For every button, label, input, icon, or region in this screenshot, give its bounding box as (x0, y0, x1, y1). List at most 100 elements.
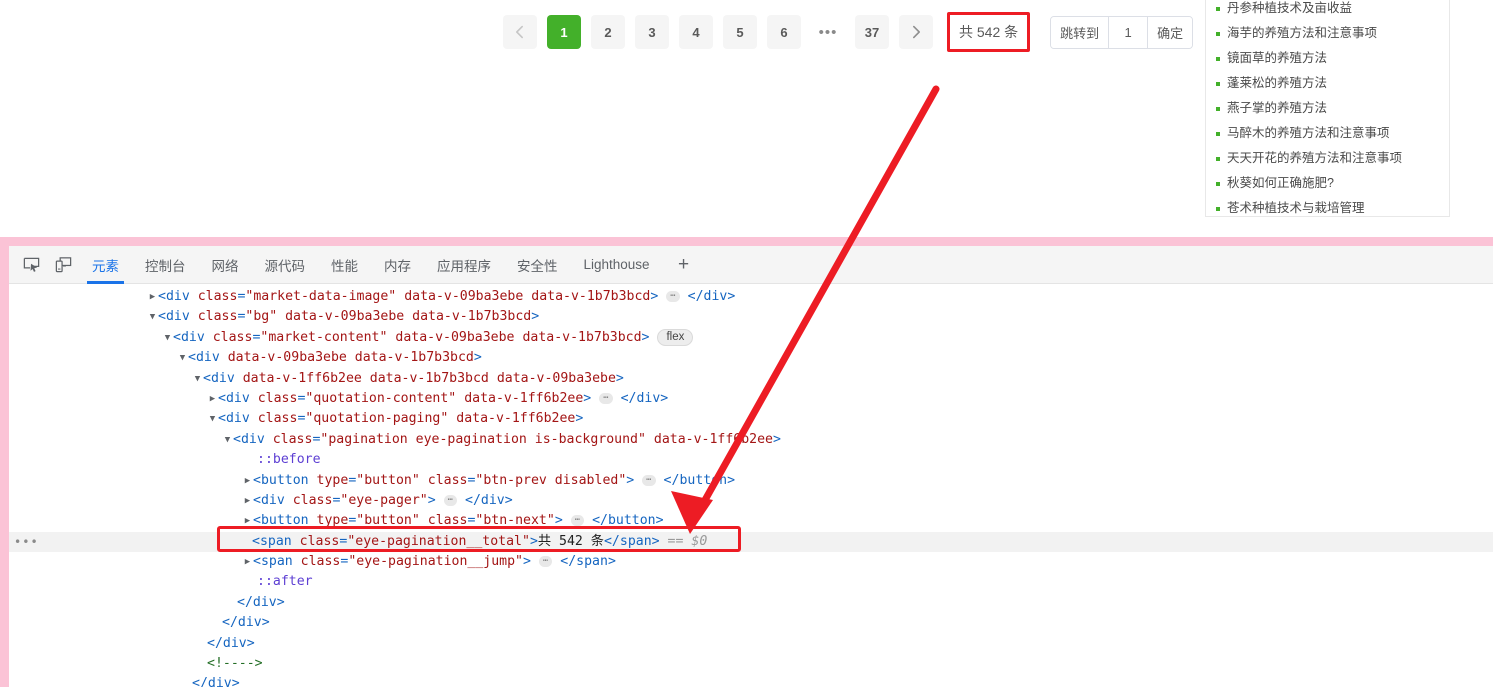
pagination-total-wrapper: 共 542 条 (947, 12, 1031, 52)
attr-name: class (427, 472, 468, 488)
collapsed-children-icon[interactable]: ⋯ (443, 494, 458, 506)
tab-elements[interactable]: 元素 (79, 246, 132, 284)
collapse-triangle-icon[interactable]: ▼ (192, 369, 203, 389)
attr-value: "market-data-image" (245, 289, 397, 304)
attr-name: class (299, 533, 340, 549)
expand-triangle-icon[interactable]: ▶ (242, 491, 253, 511)
inspect-element-button[interactable] (15, 250, 47, 280)
list-item[interactable]: 海芋的养殖方法和注意事项 (1216, 21, 1439, 46)
collapsed-children-icon[interactable]: ⋯ (666, 291, 680, 302)
list-item[interactable]: 镜面草的养殖方法 (1216, 46, 1439, 71)
dom-node-row[interactable]: ▼ <div data-v-09ba3ebe data-v-1b7b3bcd> (9, 348, 1493, 368)
device-toolbar-button[interactable] (47, 250, 79, 280)
tab-console[interactable]: 控制台 (132, 246, 199, 284)
tab-network[interactable]: 网络 (199, 246, 252, 284)
collapsed-children-icon[interactable]: ⋯ (642, 474, 656, 486)
dom-node-row[interactable]: ▼ <div class="quotation-paging" data-v-1f… (9, 409, 1493, 429)
page-button-2[interactable]: 2 (591, 15, 625, 49)
tag-name: div (165, 289, 190, 304)
dom-node-row[interactable]: ▶ <button type="button" class="btn-next">… (9, 511, 1493, 531)
attr-name: data-v-1ff6b2ee (456, 411, 576, 427)
dom-node-row[interactable]: ▶ <span class="eye-pagination__jump"> ⋯ <… (9, 552, 1493, 572)
attr-name: class (300, 554, 341, 570)
dom-node-row[interactable]: ▶ <div class="quotation-content" data-v-1… (9, 389, 1493, 409)
dom-node-row[interactable]: ▶ <button type="button" class="btn-prev d… (9, 471, 1493, 491)
page-button-1[interactable]: 1 (547, 15, 581, 49)
dom-node-row[interactable]: ▼ <div class="pagination eye-pagination i… (9, 430, 1493, 450)
dom-node-row[interactable]: ▼ <div class="bg" data-v-09ba3ebe data-v-… (9, 307, 1493, 327)
list-item[interactable]: 天天开花的养殖方法和注意事项 (1216, 146, 1439, 171)
chevron-left-icon (516, 25, 523, 39)
expand-triangle-icon[interactable]: ▶ (207, 389, 218, 409)
collapsed-children-icon[interactable]: ⋯ (599, 392, 613, 404)
collapse-triangle-icon[interactable]: ▼ (147, 307, 158, 327)
dom-close-tag-row[interactable]: </div> (9, 613, 1493, 633)
inspect-element-icon (23, 257, 39, 272)
attr-name: class (197, 289, 238, 304)
expand-triangle-icon[interactable]: ▶ (242, 471, 253, 491)
tag-name: div (165, 309, 190, 325)
tag-name: div (225, 390, 250, 406)
add-panel-button[interactable]: + (669, 250, 699, 280)
attr-name: class (272, 431, 313, 447)
dom-node-row[interactable]: ▶ <div class="market-data-image" data-v-0… (9, 287, 1493, 307)
dollar-zero-marker: $0 (691, 533, 708, 549)
dom-close-tag-row[interactable]: </div> (9, 674, 1493, 687)
attr-value: "bg" (245, 309, 278, 325)
tab-security[interactable]: 安全性 (504, 246, 571, 284)
expand-triangle-icon[interactable]: ▶ (242, 552, 253, 572)
tab-memory[interactable]: 内存 (371, 246, 424, 284)
expand-triangle-icon[interactable]: ▶ (242, 511, 253, 531)
tab-lighthouse[interactable]: Lighthouse (571, 246, 663, 284)
collapsed-children-icon[interactable]: ⋯ (570, 515, 585, 527)
dom-node-row[interactable]: ▶ <div class="eye-pager"> ⋯ </div> (9, 491, 1493, 511)
dom-pseudo-row[interactable]: ::after (9, 572, 1493, 592)
page-button-3[interactable]: 3 (635, 15, 669, 49)
list-item[interactable]: 秋葵如何正确施肥? (1216, 171, 1439, 196)
dom-node-row-selected[interactable]: ••• <span class="eye-pagination__total">共… (9, 531, 1493, 553)
collapse-triangle-icon[interactable]: ▼ (222, 430, 233, 450)
pagination-next-button[interactable] (899, 15, 933, 49)
pagination-ellipsis[interactable]: ••• (811, 15, 845, 49)
tab-performance[interactable]: 性能 (318, 246, 371, 284)
dom-node-row[interactable]: ▼ <div class="market-content" data-v-09ba… (9, 328, 1493, 348)
attr-value: "eye-pagination__jump" (348, 554, 523, 570)
tab-sources[interactable]: 源代码 (252, 246, 319, 284)
list-item[interactable]: 马醉木的养殖方法和注意事项 (1216, 121, 1439, 146)
dom-node-row[interactable]: ▼ <div data-v-1ff6b2ee data-v-1b7b3bcd da… (9, 369, 1493, 389)
dom-tree-view[interactable]: ▶ <div class="market-data-image" data-v-0… (9, 284, 1493, 687)
collapse-triangle-icon[interactable]: ▼ (162, 328, 173, 348)
node-more-options-icon[interactable]: ••• (14, 532, 39, 552)
list-item[interactable]: 蓬莱松的养殖方法 (1216, 71, 1439, 96)
flex-badge[interactable]: flex (657, 328, 694, 346)
attr-name: class (427, 513, 468, 529)
attr-value: "quotation-content" (305, 390, 457, 406)
list-item[interactable]: 苍术种植技术与栽培管理 (1216, 196, 1439, 216)
list-item[interactable]: 丹参种植技术及亩收益 (1216, 0, 1439, 21)
attr-value: "pagination eye-pagination is-background… (320, 431, 646, 447)
pagination-prev-button[interactable] (503, 15, 537, 49)
page-button-5[interactable]: 5 (723, 15, 757, 49)
collapsed-children-icon[interactable]: ⋯ (538, 556, 553, 568)
dom-pseudo-row[interactable]: ::before (9, 450, 1493, 470)
dom-comment-row[interactable]: <!----> (9, 654, 1493, 674)
page-button-last[interactable]: 37 (855, 15, 889, 49)
devtools-left-accent-bar (0, 237, 9, 687)
expand-triangle-icon[interactable]: ▶ (147, 287, 158, 307)
tag-name: div (210, 370, 235, 386)
collapse-triangle-icon[interactable]: ▼ (207, 409, 218, 429)
collapse-triangle-icon[interactable]: ▼ (177, 348, 188, 368)
dom-close-tag-row[interactable]: </div> (9, 634, 1493, 654)
tab-application[interactable]: 应用程序 (424, 246, 504, 284)
tag-name: div (703, 289, 728, 304)
dom-close-tag-row[interactable]: </div> (9, 593, 1493, 613)
jump-confirm-button[interactable]: 确定 (1148, 16, 1193, 48)
page-button-4[interactable]: 4 (679, 15, 713, 49)
attr-name: data-v-09ba3ebe (404, 289, 524, 304)
list-item[interactable]: 燕子掌的养殖方法 (1216, 96, 1439, 121)
jump-page-input[interactable] (1108, 16, 1149, 48)
tag-name: div (195, 350, 220, 366)
page-button-6[interactable]: 6 (767, 15, 801, 49)
tag-name: button (679, 472, 728, 488)
attr-value: "quotation-paging" (305, 411, 449, 427)
